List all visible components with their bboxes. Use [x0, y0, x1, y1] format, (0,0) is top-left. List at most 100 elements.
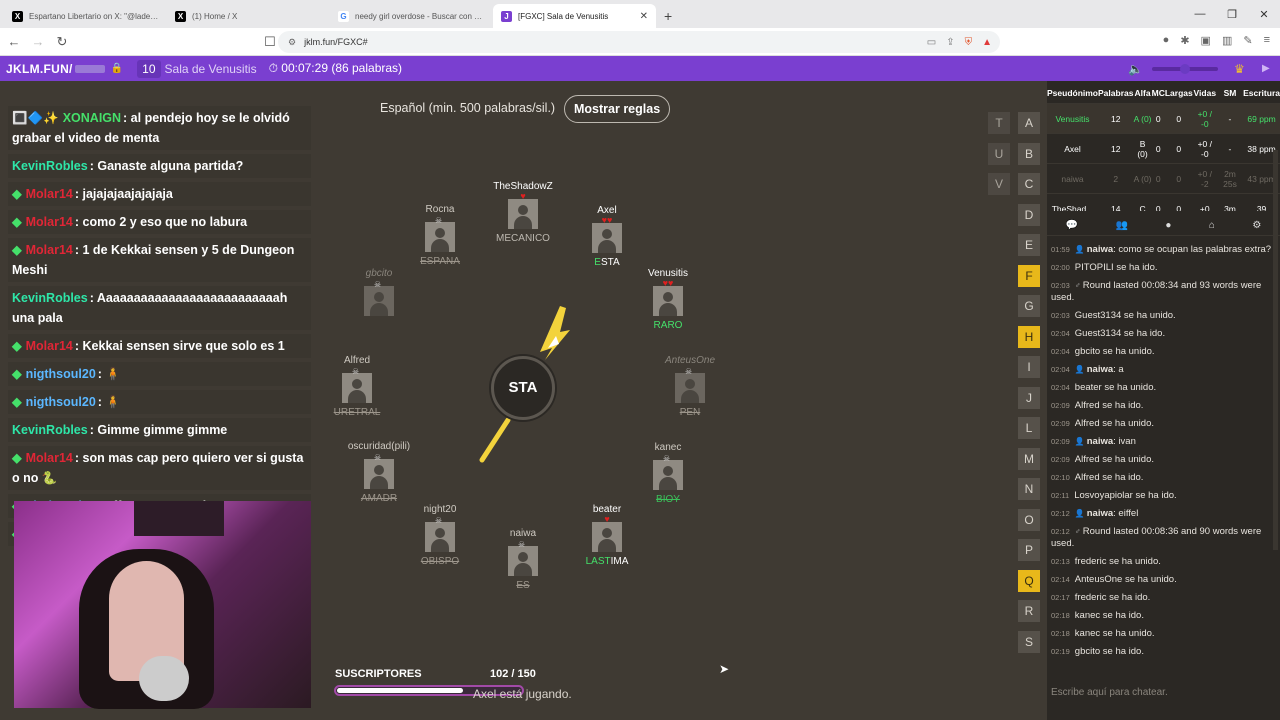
crown-icon[interactable]: ♛	[1234, 62, 1245, 76]
chat-username[interactable]: nigthsoul20	[26, 395, 96, 409]
new-tab-button[interactable]: +	[656, 4, 680, 28]
minimize-icon[interactable]: —	[1184, 0, 1216, 28]
scoreboard-row: Venusitis 12 A (0) 0 0 +0 / -0-69 ppm	[1047, 103, 1280, 134]
wallet-icon[interactable]: ✎	[1243, 34, 1252, 47]
bonus-letter: G	[1018, 295, 1040, 317]
tab-title: needy girl overdose - Buscar con Goo...	[355, 11, 485, 21]
log-time: 02:12	[1051, 527, 1070, 536]
player-seat[interactable]: TheShadowZ ♥ MECANICO	[478, 181, 568, 246]
scoreboard-column-header[interactable]: Largas	[1165, 81, 1193, 104]
chat-scrollbar[interactable]	[1273, 150, 1278, 550]
scoreboard-column-header[interactable]: Palabras	[1098, 81, 1133, 104]
player-seat[interactable]: gbcito ☠	[334, 268, 424, 333]
log-username[interactable]: naiwa	[1087, 436, 1113, 447]
bonus-letter: P	[1018, 539, 1040, 561]
player-avatar	[425, 522, 455, 552]
log-text: frederic se ha ido.	[1074, 592, 1151, 603]
log-time: 02:04	[1051, 365, 1070, 374]
player-seat[interactable]: kanec ☠ BIOY	[623, 442, 713, 507]
rewards-icon[interactable]: ▲	[982, 37, 992, 48]
chat-username[interactable]: KevinRobles	[12, 423, 88, 437]
scoreboard-column-header[interactable]: Escritura	[1243, 81, 1280, 104]
volume-slider-handle[interactable]	[1180, 64, 1190, 74]
browser-tab[interactable]: Gneedy girl overdose - Buscar con Goo...	[330, 4, 493, 28]
badge-icon: ◆	[12, 187, 22, 201]
volume-icon[interactable]: 🔈	[1128, 62, 1143, 76]
scoreboard-column-header[interactable]: Pseudónimo	[1047, 81, 1098, 104]
player-avatar	[675, 373, 705, 403]
sidebar-icon[interactable]: ▥	[1222, 34, 1232, 47]
players-tab-icon[interactable]: 👥	[1116, 220, 1128, 231]
chat-username[interactable]: Molar14	[26, 187, 73, 201]
reload-icon[interactable]: ↻	[52, 34, 72, 50]
log-text: Guest3134 se ha ido.	[1074, 328, 1166, 339]
badge-icon: ◆	[12, 339, 22, 353]
brave-shield-icon[interactable]: ⛨	[965, 37, 973, 48]
scoreboard-column-header[interactable]: Vidas	[1193, 81, 1217, 104]
scoreboard-column-header[interactable]: Alfa	[1133, 81, 1151, 104]
scoreboard-column-header[interactable]: MC	[1152, 81, 1165, 104]
player-seat[interactable]: Axel ♥♥ ESTA	[562, 205, 652, 270]
collapse-icon[interactable]: ▶	[1262, 63, 1270, 74]
browser-tab[interactable]: X (1) Home / X	[167, 4, 330, 28]
url-field[interactable]: ⚙ jklm.fun/FGXC# ▭ ⇪ ⛨ ▲	[278, 31, 1000, 53]
close-window-icon[interactable]: ✕	[1248, 0, 1280, 28]
skull-icon: ☠	[518, 540, 526, 549]
chat-username[interactable]: XONAIGN	[63, 111, 121, 125]
extension-icon[interactable]: ▣	[1201, 34, 1211, 47]
player-word: RARO	[653, 320, 683, 331]
browser-tab[interactable]: X Espartano Libertario on X: "@ladere...	[4, 4, 167, 28]
back-icon[interactable]: ←	[4, 34, 24, 49]
player-seat[interactable]: Rocna ☠ ESPANA	[395, 204, 485, 269]
forward-icon[interactable]: →	[28, 34, 48, 49]
player-seat[interactable]: Alfred ☠ URETRAL	[312, 355, 402, 420]
restore-icon[interactable]: ❐	[1216, 0, 1248, 28]
log-text: kanec se ha unido.	[1074, 628, 1155, 639]
chat-input[interactable]: Escribe aquí para chatear.	[1051, 687, 1168, 698]
game-tab-icon[interactable]: ●	[1165, 220, 1171, 231]
log-entry: 02:04 👤 naiwa: a	[1051, 364, 1276, 376]
chat-username[interactable]: nigthsoul20	[26, 367, 96, 381]
chat-tab-icon[interactable]: 💬	[1066, 220, 1078, 231]
player-avatar	[342, 373, 372, 403]
menu-icon[interactable]: ≡	[1264, 34, 1270, 47]
log-username[interactable]: naiwa	[1087, 364, 1113, 375]
cast-icon[interactable]: ▭	[927, 37, 936, 48]
scoreboard-column-header[interactable]: SM	[1217, 81, 1243, 104]
lock-icon[interactable]: 🔒	[111, 63, 123, 74]
site-info-icon[interactable]: ⚙	[288, 37, 296, 48]
chat-username[interactable]: Molar14	[26, 243, 73, 257]
chat-username[interactable]: Molar14	[26, 339, 73, 353]
chat-username[interactable]: Molar14	[26, 451, 73, 465]
webcam-microphone	[139, 656, 189, 701]
x-icon: X	[12, 10, 23, 22]
chat-username[interactable]: KevinRobles	[12, 159, 88, 173]
share-icon[interactable]: ⇪	[946, 37, 954, 48]
puzzle-icon[interactable]: ✱	[1180, 34, 1189, 47]
site-name[interactable]: JKLM.FUN/	[6, 62, 73, 76]
player-seat[interactable]: night20 ☠ OBISPO	[395, 504, 485, 569]
browser-tab[interactable]: J [FGXC] Sala de Venusitis ✕	[493, 4, 656, 28]
player-seat[interactable]: Venusitis ♥♥ RARO	[623, 268, 713, 333]
bonus-letter: B	[1018, 142, 1040, 165]
settings-tab-icon[interactable]: ⚙	[1252, 220, 1261, 231]
show-rules-button[interactable]: Mostrar reglas	[564, 95, 671, 123]
player-seat[interactable]: AnteusOne ☠ PEN	[645, 355, 735, 420]
chat-username[interactable]: Molar14	[26, 215, 73, 229]
chat-username[interactable]: KevinRobles	[12, 291, 88, 305]
log-username[interactable]: naiwa	[1087, 508, 1113, 519]
volume-slider[interactable]	[1152, 64, 1218, 74]
room-tab-icon[interactable]: ⌂	[1209, 220, 1215, 231]
player-seat[interactable]: beater ♥ LASTIMA	[562, 504, 652, 569]
player-word: LASTIMA	[562, 555, 652, 569]
avatar-icon[interactable]: ●	[1163, 34, 1170, 47]
close-tab-icon[interactable]: ✕	[640, 11, 648, 22]
player-seat[interactable]: oscuridad(pili) ☠ AMADR	[334, 441, 424, 506]
player-seat[interactable]: naiwa ☠ ES	[478, 528, 568, 593]
bookmark-icon[interactable]: ☐	[260, 34, 280, 50]
log-text: : como se ocupan las palabras extra?	[1113, 244, 1272, 255]
player-name: naiwa	[509, 528, 537, 539]
chat-log: 01:59 👤 naiwa: como se ocupan las palabras…	[1051, 244, 1276, 680]
badge-icon: ◆	[12, 367, 22, 381]
log-username[interactable]: naiwa	[1087, 244, 1113, 255]
